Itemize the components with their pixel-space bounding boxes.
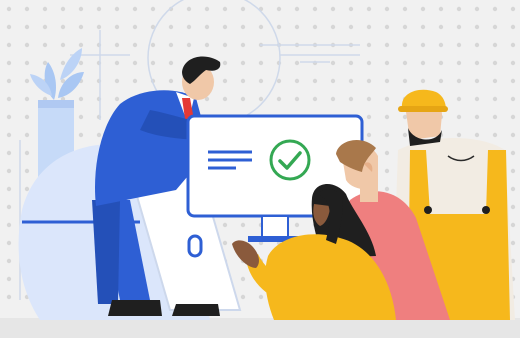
illustration-canvas	[0, 0, 520, 338]
floor	[0, 318, 520, 338]
team-illustration	[0, 0, 520, 338]
monitor-stand	[261, 215, 289, 239]
